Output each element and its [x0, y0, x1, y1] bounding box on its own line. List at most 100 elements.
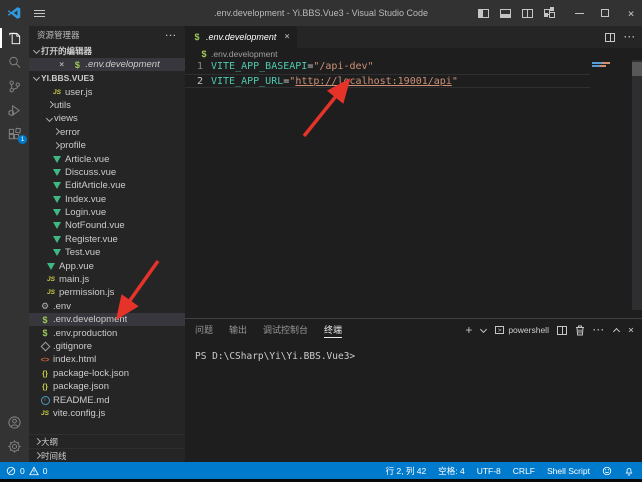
- cursor-position[interactable]: 行 2, 列 42: [386, 465, 427, 477]
- customize-layout-button[interactable]: [538, 0, 560, 26]
- split-editor-icon[interactable]: [605, 33, 615, 42]
- tree-item[interactable]: profile: [29, 139, 185, 152]
- tree-item[interactable]: .env.development: [29, 313, 185, 326]
- tree-item[interactable]: README.md: [29, 393, 185, 406]
- env-file-icon: [192, 32, 202, 42]
- tree-item[interactable]: Register.vue: [29, 233, 185, 246]
- tree-item[interactable]: Discuss.vue: [29, 166, 185, 179]
- code-line-1: 1 VITE_APP_BASEAPI="/api-dev": [185, 60, 590, 74]
- code-line-2: 2 VITE_APP_URL="http://localhost:19001/a…: [185, 74, 590, 88]
- toggle-sidebar-button[interactable]: [472, 0, 494, 26]
- terminal-prompt: PS D:\CSharp\Yi\Yi.BBS.Vue3>: [195, 351, 355, 362]
- panel-tab[interactable]: 调试控制台: [263, 319, 308, 341]
- tree-item[interactable]: main.js: [29, 273, 185, 286]
- terminal-icon: >: [495, 326, 504, 334]
- tree-item[interactable]: permission.js: [29, 286, 185, 299]
- tree-item[interactable]: App.vue: [29, 259, 185, 272]
- tree-item[interactable]: Test.vue: [29, 246, 185, 259]
- tree-item[interactable]: package-lock.json: [29, 367, 185, 380]
- env-file-icon: [199, 49, 209, 59]
- code-editor[interactable]: 1 VITE_APP_BASEAPI="/api-dev" 2 VITE_APP…: [185, 60, 642, 318]
- tab-env-development[interactable]: .env.development ×: [185, 26, 297, 48]
- project-section[interactable]: YI.BBS.VUE3: [29, 71, 185, 85]
- close-editor-icon[interactable]: ×: [59, 60, 64, 70]
- tree-item[interactable]: NotFound.vue: [29, 219, 185, 232]
- warnings-count: 0: [43, 466, 48, 476]
- problems-status[interactable]: 0 0: [0, 466, 47, 476]
- panel-more-icon[interactable]: ···: [593, 325, 605, 335]
- vscode-window: .env.development - Yi.BBS.Vue3 - Visual …: [0, 0, 642, 482]
- settings-gear-icon[interactable]: [0, 434, 29, 458]
- account-icon[interactable]: [0, 410, 29, 434]
- errors-icon: [6, 466, 16, 476]
- tree-item[interactable]: EditArticle.vue: [29, 179, 185, 192]
- eol-sequence[interactable]: CRLF: [513, 466, 535, 476]
- timeline-section[interactable]: 时间线: [29, 448, 185, 462]
- source-control-icon[interactable]: [0, 74, 29, 98]
- editor-scrollbar[interactable]: [632, 60, 642, 310]
- menu-icon[interactable]: [34, 10, 45, 17]
- terminal-output[interactable]: PS D:\CSharp\Yi\Yi.BBS.Vue3>: [185, 341, 642, 462]
- run-debug-icon[interactable]: [0, 98, 29, 122]
- maximize-panel-icon[interactable]: [613, 327, 620, 334]
- file-tree: user.js utils views error profile Articl…: [29, 85, 185, 420]
- search-icon[interactable]: [0, 50, 29, 74]
- editor-group: .env.development × ··· .env.development …: [185, 26, 642, 462]
- errors-count: 0: [20, 466, 25, 476]
- close-panel-icon[interactable]: ×: [628, 325, 634, 336]
- panel-tab[interactable]: 输出: [229, 319, 247, 341]
- tree-item[interactable]: utils: [29, 99, 185, 112]
- tree-item[interactable]: error: [29, 126, 185, 139]
- tree-item[interactable]: index.html: [29, 353, 185, 366]
- tree-item[interactable]: .gitignore: [29, 340, 185, 353]
- maximize-button[interactable]: [594, 0, 616, 26]
- minimize-button[interactable]: [568, 0, 590, 26]
- extensions-badge: 1: [18, 135, 27, 144]
- indentation[interactable]: 空格: 4: [438, 465, 464, 477]
- tree-item[interactable]: user.js: [29, 85, 185, 98]
- feedback-icon[interactable]: [602, 466, 612, 476]
- explorer-more-icon[interactable]: ···: [166, 30, 178, 40]
- title-bar: .env.development - Yi.BBS.Vue3 - Visual …: [0, 0, 642, 26]
- kill-terminal-icon[interactable]: [575, 325, 585, 336]
- outline-section[interactable]: 大纲: [29, 434, 185, 448]
- tree-item[interactable]: package.json: [29, 380, 185, 393]
- notifications-bell-icon[interactable]: [624, 466, 634, 476]
- split-terminal-icon[interactable]: [557, 326, 567, 335]
- activity-bar: 1: [0, 26, 29, 462]
- close-button[interactable]: ×: [620, 0, 642, 26]
- minimap: [592, 62, 610, 68]
- status-bar: 0 0 行 2, 列 42 空格: 4 UTF-8 CRLF Shell Scr…: [0, 462, 642, 479]
- tab-bar: .env.development × ···: [185, 26, 642, 48]
- toggle-secondary-sidebar-button[interactable]: [516, 0, 538, 26]
- explorer-sidebar: 资源管理器 ··· 打开的编辑器 × .env.development YI.B…: [29, 26, 185, 462]
- terminal-profile[interactable]: > powershell: [495, 325, 549, 335]
- language-mode[interactable]: Shell Script: [547, 466, 590, 476]
- tree-item[interactable]: .env.production: [29, 326, 185, 339]
- toggle-panel-button[interactable]: [494, 0, 516, 26]
- tree-item[interactable]: Article.vue: [29, 152, 185, 165]
- vscode-logo-icon: [7, 6, 21, 20]
- new-terminal-icon[interactable]: +: [465, 323, 472, 337]
- tab-close-icon[interactable]: ×: [284, 32, 289, 42]
- terminal-dropdown-icon[interactable]: [480, 327, 487, 334]
- tree-item[interactable]: Login.vue: [29, 206, 185, 219]
- explorer-icon[interactable]: [0, 26, 29, 50]
- tree-item[interactable]: vite.config.js: [29, 407, 185, 420]
- terminal-panel: 问题输出调试控制台终端 + > powershell ··· × PS D:\C…: [185, 318, 642, 462]
- breadcrumb[interactable]: .env.development: [185, 48, 642, 60]
- warnings-icon: [29, 466, 39, 476]
- panel-tab[interactable]: 终端: [324, 319, 342, 341]
- explorer-title: 资源管理器: [37, 29, 80, 41]
- open-editor-item[interactable]: × .env.development: [29, 58, 185, 71]
- tree-item[interactable]: views: [29, 112, 185, 125]
- encoding[interactable]: UTF-8: [477, 466, 501, 476]
- editor-more-icon[interactable]: ···: [624, 32, 636, 42]
- url-link[interactable]: http://localhost:19001/api: [295, 76, 452, 87]
- extensions-icon[interactable]: 1: [0, 122, 29, 146]
- open-editors-section[interactable]: 打开的编辑器: [29, 44, 185, 58]
- env-file-icon: [72, 60, 82, 70]
- panel-tab[interactable]: 问题: [195, 319, 213, 341]
- tree-item[interactable]: Index.vue: [29, 193, 185, 206]
- tree-item[interactable]: .env: [29, 300, 185, 313]
